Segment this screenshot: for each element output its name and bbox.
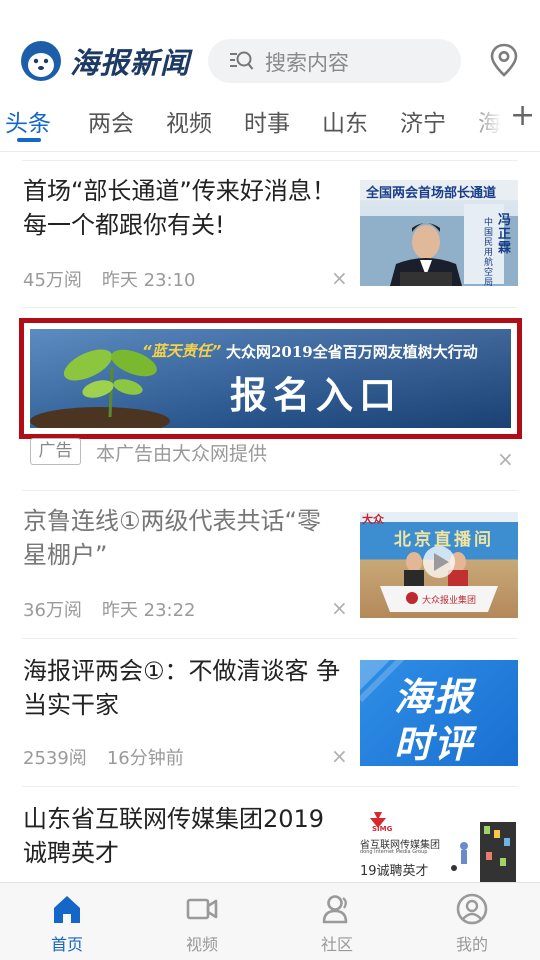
divider [22, 490, 518, 491]
active-tab-indicator [17, 138, 41, 142]
ad-cta[interactable]: 报名入口 [230, 365, 402, 419]
news-title[interactable]: 海报评两会①：不做清谈客 争当实干家 [23, 654, 343, 722]
thumb-group-en: dong Internet Media Group [360, 849, 428, 855]
publish-time: 昨天 23:22 [101, 600, 196, 621]
app-header: 海报新闻 搜索内容 [0, 0, 540, 92]
publish-time: 昨天 23:10 [101, 270, 196, 291]
divider [22, 638, 518, 639]
news-meta: 2539阅 16分钟前 [23, 744, 184, 770]
thumb-banner: 全国两会首场部长通道 [366, 186, 497, 201]
plus-icon: + [510, 98, 536, 133]
nav-home-label: 首页 [50, 935, 83, 954]
ad-badge: 广告 [30, 438, 81, 465]
divider [22, 786, 518, 787]
search-placeholder: 搜索内容 [265, 51, 349, 75]
news-title[interactable]: 京鲁连线①两级代表共话“零星棚户” [23, 504, 343, 572]
tab-shandong[interactable]: 山东 [322, 104, 368, 138]
tab-fade-overlay [462, 92, 502, 150]
nav-video-label: 视频 [185, 935, 218, 954]
ad-banner[interactable]: “蓝天责任” 大众网2019全省百万网友植树大行动 报名入口 [19, 318, 522, 439]
tab-jining[interactable]: 济宁 [400, 104, 446, 138]
video-camera-icon [186, 898, 218, 920]
channel-tabs: 头条 两会 视频 时事 山东 济宁 海 + [0, 92, 540, 152]
dismiss-button[interactable]: × [331, 266, 348, 290]
view-count: 2539阅 [23, 748, 87, 769]
community-user-icon [322, 895, 348, 924]
tab-current-affairs[interactable]: 时事 [244, 104, 290, 138]
bottom-navigation: 首页 视频 社区 我的 [0, 882, 540, 960]
nav-home[interactable]: 首页 [22, 883, 112, 960]
thumb-desk-text: 大众报业集团 [422, 596, 477, 606]
news-item[interactable]: 山东省互联网传媒集团2019诚聘英才 SIMG 省互联网传媒集团 dong In… [0, 796, 540, 882]
nav-community[interactable]: 社区 [292, 883, 382, 960]
nav-profile-label: 我的 [455, 935, 488, 954]
profile-icon [456, 893, 488, 925]
nav-video[interactable]: 视频 [157, 883, 247, 960]
nav-community-label: 社区 [320, 935, 353, 954]
news-thumbnail[interactable]: 海报 时评 [360, 660, 518, 766]
tab-two-sessions[interactable]: 两会 [88, 104, 134, 138]
search-bar[interactable]: 搜索内容 [208, 39, 461, 83]
add-channel-button[interactable]: + [502, 92, 540, 150]
news-thumbnail[interactable]: SIMG 省互联网传媒集团 dong Internet Media Group … [360, 808, 518, 882]
ad-headline: 大众网2019全省百万网友植树大行动 [226, 343, 478, 361]
seal-mascot-icon [21, 41, 61, 81]
news-meta: 36万阅 昨天 23:22 [23, 596, 196, 622]
news-thumbnail[interactable]: 大众 北京直播间 大众报业集团 [360, 512, 518, 618]
search-icon [230, 51, 254, 70]
dismiss-button[interactable]: × [331, 744, 348, 768]
nav-profile[interactable]: 我的 [427, 883, 517, 960]
news-item[interactable]: 海报评两会①：不做清谈客 争当实干家 2539阅 16分钟前 × 海报 时评 [0, 648, 540, 783]
ad-image: “蓝天责任” 大众网2019全省百万网友植树大行动 报名入口 [30, 329, 511, 428]
divider [22, 160, 518, 161]
news-meta: 45万阅 昨天 23:10 [23, 266, 196, 292]
publish-time: 16分钟前 [106, 748, 184, 769]
divider [22, 307, 518, 308]
thumb-brand: SIMG [372, 825, 393, 833]
tab-headlines[interactable]: 头条 [5, 104, 51, 138]
news-item[interactable]: 京鲁连线①两级代表共话“零星棚户” 36万阅 昨天 23:22 × 大众 北京直播… [0, 500, 540, 635]
thumb-banner: 北京直播间 [394, 530, 494, 550]
dismiss-button[interactable]: × [331, 596, 348, 620]
news-title[interactable]: 山东省互联网传媒集团2019诚聘英才 [23, 802, 343, 870]
app-name: 海报新闻 [70, 46, 191, 80]
thumb-person-role: 中国民用航空局局长 [484, 218, 494, 286]
thumb-line2: 时评 [394, 722, 475, 766]
home-icon [54, 896, 80, 923]
thumb-slogan: 19诚聘英才 [360, 864, 429, 879]
view-count: 45万阅 [23, 270, 82, 291]
ad-quote: “蓝天责任” [142, 342, 222, 360]
thumb-person-name: 冯正霖 [498, 213, 512, 256]
thumb-logo: 大众 [362, 513, 384, 526]
ad-source: 本广告由大众网提供 [96, 443, 268, 465]
view-count: 36万阅 [23, 600, 82, 621]
news-item[interactable]: 首场“部长通道”传来好消息！每一个都跟你有关! 45万阅 昨天 23:10 × 全… [0, 170, 540, 305]
news-title[interactable]: 首场“部长通道”传来好消息！每一个都跟你有关! [23, 174, 343, 242]
dismiss-button[interactable]: × [497, 447, 514, 471]
news-thumbnail[interactable]: 全国两会首场部长通道 冯正霖 中国民用航空局局长 [360, 180, 518, 286]
location-pin-icon[interactable] [489, 43, 519, 77]
tab-video[interactable]: 视频 [166, 104, 212, 138]
